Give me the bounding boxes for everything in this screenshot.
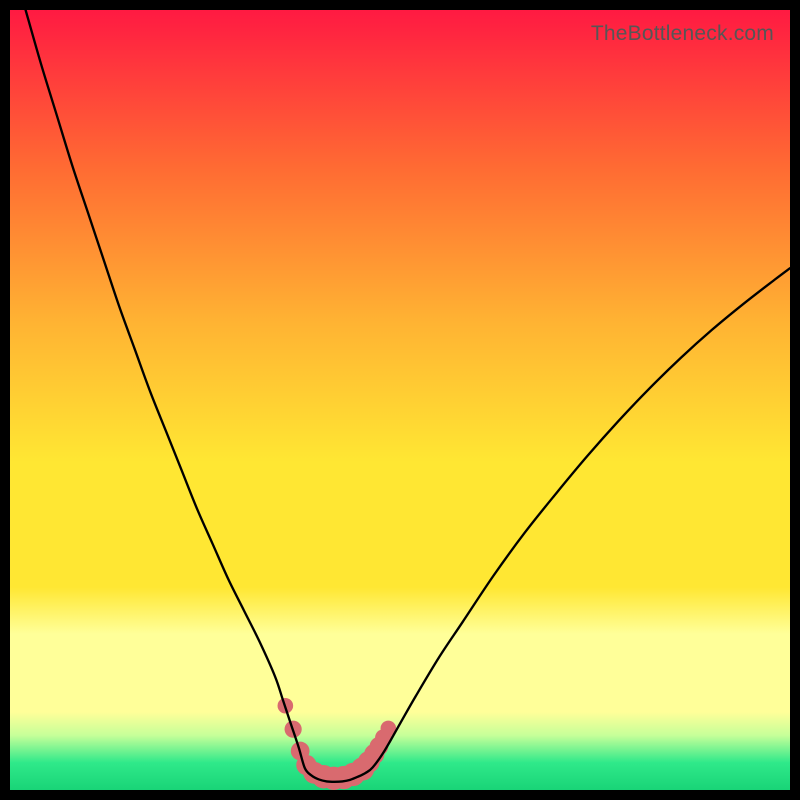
chart-frame: TheBottleneck.com [0, 0, 800, 800]
plot-area: TheBottleneck.com [10, 10, 790, 790]
bottleneck-curve [26, 10, 790, 782]
watermark-text: TheBottleneck.com [591, 22, 774, 46]
curve-layer [10, 10, 790, 790]
trough-marker-group [278, 698, 397, 790]
